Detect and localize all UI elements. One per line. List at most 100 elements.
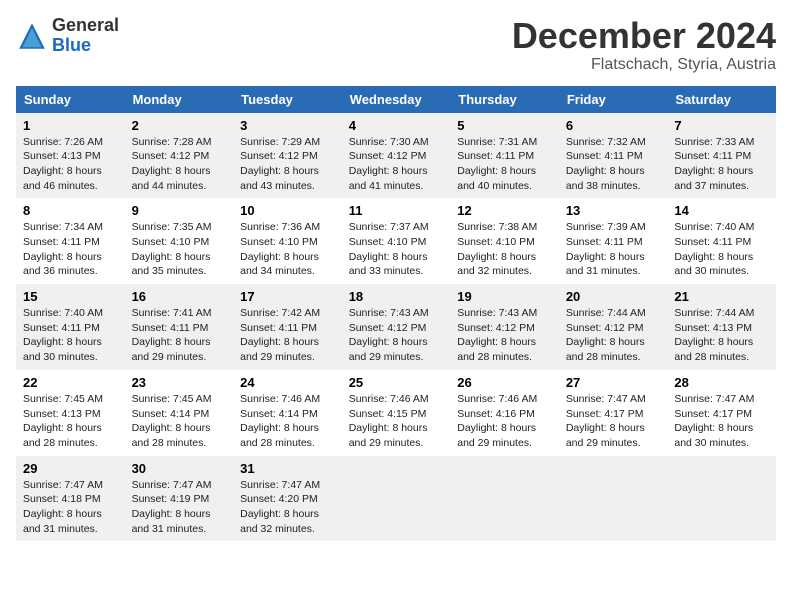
- table-row: 26 Sunrise: 7:46 AMSunset: 4:16 PMDaylig…: [450, 370, 559, 456]
- table-row: 13 Sunrise: 7:39 AMSunset: 4:11 PMDaylig…: [559, 198, 668, 284]
- header-saturday: Saturday: [667, 86, 776, 113]
- table-row: 1 Sunrise: 7:26 AMSunset: 4:13 PMDayligh…: [16, 113, 125, 199]
- day-info: Sunrise: 7:33 AMSunset: 4:11 PMDaylight:…: [674, 136, 754, 192]
- day-number: 22: [23, 375, 118, 390]
- table-row: 23 Sunrise: 7:45 AMSunset: 4:14 PMDaylig…: [125, 370, 234, 456]
- calendar-row: 15 Sunrise: 7:40 AMSunset: 4:11 PMDaylig…: [16, 284, 776, 370]
- day-info: Sunrise: 7:47 AMSunset: 4:17 PMDaylight:…: [566, 393, 646, 449]
- day-info: Sunrise: 7:28 AMSunset: 4:12 PMDaylight:…: [132, 136, 212, 192]
- table-row: 12 Sunrise: 7:38 AMSunset: 4:10 PMDaylig…: [450, 198, 559, 284]
- day-number: 2: [132, 118, 227, 133]
- day-number: 23: [132, 375, 227, 390]
- logo: General Blue: [16, 16, 119, 56]
- day-info: Sunrise: 7:41 AMSunset: 4:11 PMDaylight:…: [132, 307, 212, 363]
- table-row: [342, 456, 451, 542]
- table-row: 10 Sunrise: 7:36 AMSunset: 4:10 PMDaylig…: [233, 198, 342, 284]
- header-wednesday: Wednesday: [342, 86, 451, 113]
- table-row: 6 Sunrise: 7:32 AMSunset: 4:11 PMDayligh…: [559, 113, 668, 199]
- day-number: 31: [240, 461, 335, 476]
- logo-text: General Blue: [52, 16, 119, 56]
- day-info: Sunrise: 7:45 AMSunset: 4:14 PMDaylight:…: [132, 393, 212, 449]
- header-monday: Monday: [125, 86, 234, 113]
- calendar-row: 22 Sunrise: 7:45 AMSunset: 4:13 PMDaylig…: [16, 370, 776, 456]
- table-row: 31 Sunrise: 7:47 AMSunset: 4:20 PMDaylig…: [233, 456, 342, 542]
- table-row: 28 Sunrise: 7:47 AMSunset: 4:17 PMDaylig…: [667, 370, 776, 456]
- day-info: Sunrise: 7:43 AMSunset: 4:12 PMDaylight:…: [349, 307, 429, 363]
- table-row: 24 Sunrise: 7:46 AMSunset: 4:14 PMDaylig…: [233, 370, 342, 456]
- day-info: Sunrise: 7:39 AMSunset: 4:11 PMDaylight:…: [566, 221, 646, 277]
- table-row: 7 Sunrise: 7:33 AMSunset: 4:11 PMDayligh…: [667, 113, 776, 199]
- day-info: Sunrise: 7:45 AMSunset: 4:13 PMDaylight:…: [23, 393, 103, 449]
- table-row: 21 Sunrise: 7:44 AMSunset: 4:13 PMDaylig…: [667, 284, 776, 370]
- table-row: 18 Sunrise: 7:43 AMSunset: 4:12 PMDaylig…: [342, 284, 451, 370]
- day-number: 13: [566, 203, 661, 218]
- table-row: 25 Sunrise: 7:46 AMSunset: 4:15 PMDaylig…: [342, 370, 451, 456]
- day-info: Sunrise: 7:26 AMSunset: 4:13 PMDaylight:…: [23, 136, 103, 192]
- header-thursday: Thursday: [450, 86, 559, 113]
- day-info: Sunrise: 7:37 AMSunset: 4:10 PMDaylight:…: [349, 221, 429, 277]
- day-info: Sunrise: 7:42 AMSunset: 4:11 PMDaylight:…: [240, 307, 320, 363]
- calendar-row: 1 Sunrise: 7:26 AMSunset: 4:13 PMDayligh…: [16, 113, 776, 199]
- day-number: 8: [23, 203, 118, 218]
- day-number: 14: [674, 203, 769, 218]
- table-row: 19 Sunrise: 7:43 AMSunset: 4:12 PMDaylig…: [450, 284, 559, 370]
- day-info: Sunrise: 7:29 AMSunset: 4:12 PMDaylight:…: [240, 136, 320, 192]
- table-row: 11 Sunrise: 7:37 AMSunset: 4:10 PMDaylig…: [342, 198, 451, 284]
- day-info: Sunrise: 7:35 AMSunset: 4:10 PMDaylight:…: [132, 221, 212, 277]
- month-title: December 2024: [512, 16, 776, 56]
- day-number: 3: [240, 118, 335, 133]
- day-number: 9: [132, 203, 227, 218]
- day-number: 17: [240, 289, 335, 304]
- day-info: Sunrise: 7:36 AMSunset: 4:10 PMDaylight:…: [240, 221, 320, 277]
- title-block: December 2024 Flatschach, Styria, Austri…: [512, 16, 776, 74]
- day-info: Sunrise: 7:31 AMSunset: 4:11 PMDaylight:…: [457, 136, 537, 192]
- day-number: 20: [566, 289, 661, 304]
- day-number: 11: [349, 203, 444, 218]
- day-number: 4: [349, 118, 444, 133]
- day-number: 1: [23, 118, 118, 133]
- calendar-table: Sunday Monday Tuesday Wednesday Thursday…: [16, 86, 776, 542]
- day-info: Sunrise: 7:30 AMSunset: 4:12 PMDaylight:…: [349, 136, 429, 192]
- table-row: 14 Sunrise: 7:40 AMSunset: 4:11 PMDaylig…: [667, 198, 776, 284]
- day-number: 5: [457, 118, 552, 133]
- calendar-row: 29 Sunrise: 7:47 AMSunset: 4:18 PMDaylig…: [16, 456, 776, 542]
- day-info: Sunrise: 7:46 AMSunset: 4:15 PMDaylight:…: [349, 393, 429, 449]
- day-info: Sunrise: 7:40 AMSunset: 4:11 PMDaylight:…: [674, 221, 754, 277]
- day-number: 28: [674, 375, 769, 390]
- table-row: 5 Sunrise: 7:31 AMSunset: 4:11 PMDayligh…: [450, 113, 559, 199]
- table-row: 2 Sunrise: 7:28 AMSunset: 4:12 PMDayligh…: [125, 113, 234, 199]
- table-row: 15 Sunrise: 7:40 AMSunset: 4:11 PMDaylig…: [16, 284, 125, 370]
- day-number: 21: [674, 289, 769, 304]
- day-info: Sunrise: 7:43 AMSunset: 4:12 PMDaylight:…: [457, 307, 537, 363]
- day-info: Sunrise: 7:44 AMSunset: 4:13 PMDaylight:…: [674, 307, 754, 363]
- day-info: Sunrise: 7:47 AMSunset: 4:18 PMDaylight:…: [23, 479, 103, 535]
- table-row: 9 Sunrise: 7:35 AMSunset: 4:10 PMDayligh…: [125, 198, 234, 284]
- location-title: Flatschach, Styria, Austria: [512, 56, 776, 74]
- day-number: 24: [240, 375, 335, 390]
- day-info: Sunrise: 7:44 AMSunset: 4:12 PMDaylight:…: [566, 307, 646, 363]
- calendar-row: 8 Sunrise: 7:34 AMSunset: 4:11 PMDayligh…: [16, 198, 776, 284]
- table-row: [667, 456, 776, 542]
- day-number: 6: [566, 118, 661, 133]
- day-number: 16: [132, 289, 227, 304]
- table-row: 16 Sunrise: 7:41 AMSunset: 4:11 PMDaylig…: [125, 284, 234, 370]
- day-number: 27: [566, 375, 661, 390]
- page-header: General Blue December 2024 Flatschach, S…: [16, 16, 776, 74]
- table-row: 8 Sunrise: 7:34 AMSunset: 4:11 PMDayligh…: [16, 198, 125, 284]
- header-friday: Friday: [559, 86, 668, 113]
- table-row: 22 Sunrise: 7:45 AMSunset: 4:13 PMDaylig…: [16, 370, 125, 456]
- day-info: Sunrise: 7:46 AMSunset: 4:14 PMDaylight:…: [240, 393, 320, 449]
- table-row: 27 Sunrise: 7:47 AMSunset: 4:17 PMDaylig…: [559, 370, 668, 456]
- table-row: 29 Sunrise: 7:47 AMSunset: 4:18 PMDaylig…: [16, 456, 125, 542]
- day-number: 12: [457, 203, 552, 218]
- weekday-header-row: Sunday Monday Tuesday Wednesday Thursday…: [16, 86, 776, 113]
- day-number: 15: [23, 289, 118, 304]
- table-row: 20 Sunrise: 7:44 AMSunset: 4:12 PMDaylig…: [559, 284, 668, 370]
- day-number: 10: [240, 203, 335, 218]
- day-info: Sunrise: 7:34 AMSunset: 4:11 PMDaylight:…: [23, 221, 103, 277]
- day-info: Sunrise: 7:47 AMSunset: 4:20 PMDaylight:…: [240, 479, 320, 535]
- table-row: 3 Sunrise: 7:29 AMSunset: 4:12 PMDayligh…: [233, 113, 342, 199]
- day-number: 18: [349, 289, 444, 304]
- day-number: 25: [349, 375, 444, 390]
- header-sunday: Sunday: [16, 86, 125, 113]
